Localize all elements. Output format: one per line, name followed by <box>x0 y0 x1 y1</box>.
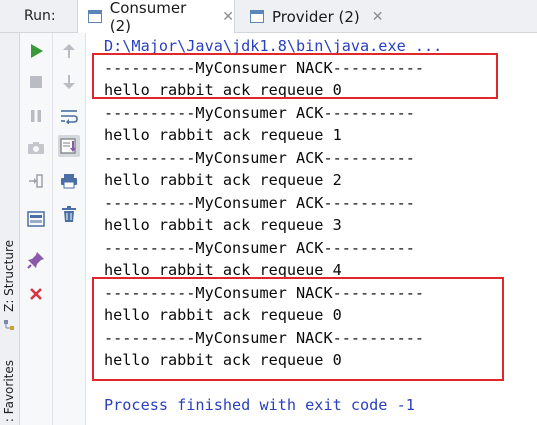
run-toolbar-secondary <box>53 33 86 425</box>
run-icon[interactable] <box>25 40 47 62</box>
layout-icon[interactable] <box>25 208 47 230</box>
structure-icon <box>3 316 15 330</box>
scroll-to-end-icon[interactable] <box>58 135 80 157</box>
structure-panel-tab[interactable]: Z: Structure <box>2 240 16 312</box>
pin-icon[interactable] <box>25 249 47 271</box>
print-icon[interactable] <box>58 170 80 192</box>
highlight-box <box>92 53 498 99</box>
camera-icon[interactable] <box>25 137 47 159</box>
close-icon[interactable]: ✕ <box>372 9 384 25</box>
favorites-panel-tab[interactable]: : Favorites <box>2 360 16 422</box>
console-output[interactable]: D:\Major\Java\jdk1.8\bin\java.exe ... --… <box>86 33 537 425</box>
console-line: hello rabbit ack requeue 3 <box>104 216 342 234</box>
side-tool-strip: Z: Structure : Favorites <box>0 33 20 425</box>
console-tab-icon <box>88 10 102 23</box>
console-line: hello rabbit ack requeue 2 <box>104 171 342 189</box>
exit-message: Process finished with exit code -1 <box>104 396 415 414</box>
tab-consumer[interactable]: Consumer (2) ✕ <box>77 0 235 35</box>
console-line: ----------MyConsumer ACK---------- <box>104 104 415 122</box>
console-line: ----------MyConsumer ACK---------- <box>104 149 415 167</box>
soft-wrap-icon[interactable] <box>58 105 80 127</box>
tab-provider[interactable]: Provider (2) ✕ <box>244 0 394 33</box>
console-tab-icon <box>250 10 264 23</box>
console-line: ----------MyConsumer ACK---------- <box>104 194 415 212</box>
run-toolbar-primary <box>20 33 53 425</box>
tab-consumer-label: Consumer (2) <box>109 0 187 35</box>
run-tool-window-header: Run: Consumer (2) ✕ Provider (2) ✕ <box>0 0 537 35</box>
console-line: ----------MyConsumer ACK---------- <box>104 239 415 257</box>
close-icon[interactable] <box>25 283 47 305</box>
tab-provider-label: Provider (2) <box>272 7 360 26</box>
run-label: Run: <box>24 8 56 24</box>
pause-icon[interactable] <box>25 105 47 127</box>
stop-icon[interactable] <box>25 71 47 93</box>
trash-icon[interactable] <box>58 203 80 225</box>
login-icon[interactable] <box>25 170 47 192</box>
up-arrow-icon[interactable] <box>58 40 80 62</box>
down-arrow-icon[interactable] <box>58 71 80 93</box>
close-icon[interactable]: ✕ <box>222 9 234 25</box>
highlight-box <box>92 277 504 381</box>
console-line: hello rabbit ack requeue 1 <box>104 126 342 144</box>
